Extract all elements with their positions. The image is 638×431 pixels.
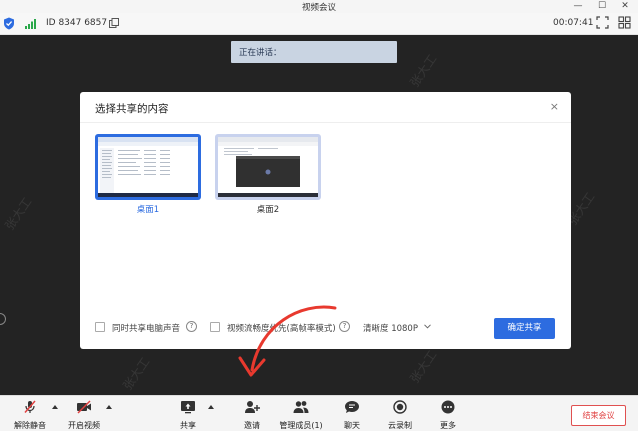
video-priority-checkbox[interactable] <box>210 322 220 332</box>
desktop-2-thumbnail[interactable] <box>215 134 321 200</box>
meeting-id: ID 8347 6857 <box>46 18 108 28</box>
screen-preview-image <box>218 137 318 197</box>
cloud-record-button[interactable]: 云录制 <box>384 400 416 431</box>
share-screen-icon <box>181 401 195 414</box>
share-label: 共享 <box>180 421 196 430</box>
manage-members-button[interactable]: 管理成员(1) <box>277 400 325 431</box>
dialog-title: 选择共享的内容 <box>95 103 169 115</box>
side-handle[interactable] <box>0 313 6 325</box>
dialog-divider <box>80 122 571 123</box>
camera-off-icon <box>77 400 91 414</box>
meeting-timer: 00:07:41 <box>553 18 594 28</box>
layout-grid-icon[interactable] <box>618 16 631 29</box>
watermark: 张大工 <box>407 52 440 90</box>
chevron-down-icon[interactable] <box>424 324 431 329</box>
watermark: 张大工 <box>407 348 440 386</box>
annotation-arrow-icon <box>238 305 337 377</box>
desktop-2-label[interactable]: 桌面2 <box>215 203 321 215</box>
desktop-1-thumbnail[interactable] <box>95 134 201 200</box>
dialog-close-button[interactable]: × <box>550 101 559 112</box>
start-video-label: 开启视频 <box>68 421 100 430</box>
clarity-select[interactable]: 清晰度 1080P <box>363 322 418 334</box>
help-icon[interactable]: ? <box>186 321 197 332</box>
chat-label: 聊天 <box>344 421 360 430</box>
minimize-button[interactable]: — <box>568 0 588 13</box>
copy-icon[interactable] <box>109 18 119 28</box>
more-label: 更多 <box>440 421 456 430</box>
share-button[interactable]: 共享 <box>174 400 202 431</box>
close-button[interactable]: ✕ <box>615 0 635 13</box>
screen-preview-image <box>98 137 198 197</box>
signal-icon <box>25 19 36 29</box>
meeting-toolbar: 解除静音 开启视频 共享 邀请 管理成员(1) 聊天 云录制 更多 结束会议 <box>0 395 638 431</box>
desktop-1-label[interactable]: 桌面1 <box>95 203 201 215</box>
watermark: 张大工 <box>2 195 35 233</box>
add-user-icon <box>245 401 260 413</box>
chat-icon <box>345 401 359 413</box>
members-icon <box>293 401 309 413</box>
share-audio-label: 同时共享电脑声音 <box>112 324 181 334</box>
fullscreen-icon[interactable] <box>596 16 609 29</box>
cloud-record-label: 云录制 <box>388 421 412 430</box>
invite-label: 邀请 <box>244 421 260 430</box>
unmute-label: 解除静音 <box>14 421 46 430</box>
unmute-button[interactable]: 解除静音 <box>10 400 50 431</box>
watermark: 张大工 <box>120 355 153 393</box>
meeting-info-bar: ID 8347 6857 00:07:41 <box>0 13 638 35</box>
invite-button[interactable]: 邀请 <box>238 400 266 431</box>
shield-icon[interactable] <box>3 17 15 30</box>
confirm-share-button[interactable]: 确定共享 <box>494 318 555 339</box>
start-video-button[interactable]: 开启视频 <box>64 400 104 431</box>
maximize-button[interactable]: ☐ <box>592 0 612 13</box>
more-button[interactable]: 更多 <box>434 400 462 431</box>
end-meeting-button[interactable]: 结束会议 <box>571 405 626 426</box>
desktop-1-preview <box>98 137 198 197</box>
share-options-caret[interactable] <box>208 405 214 409</box>
manage-members-label: 管理成员(1) <box>279 421 323 430</box>
title-bar: 视频会议 — ☐ ✕ <box>0 0 638 13</box>
audio-options-caret[interactable] <box>52 405 58 409</box>
record-icon <box>393 400 407 414</box>
window-title: 视频会议 <box>301 3 336 13</box>
desktop-2-preview <box>218 137 318 197</box>
more-icon <box>441 400 455 414</box>
speaking-indicator: 正在讲话： <box>231 41 397 63</box>
video-options-caret[interactable] <box>106 405 112 409</box>
share-audio-checkbox[interactable] <box>95 322 105 332</box>
mic-muted-icon <box>24 400 36 413</box>
chat-button[interactable]: 聊天 <box>338 400 366 431</box>
